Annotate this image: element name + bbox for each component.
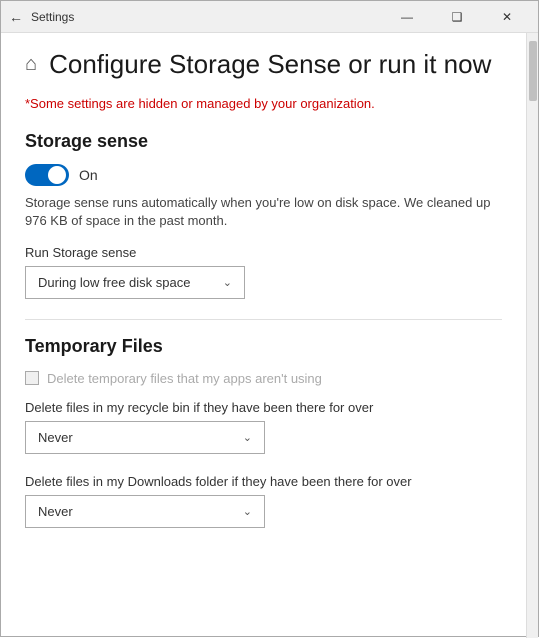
recycle-bin-label: Delete files in my recycle bin if they h…	[25, 400, 502, 415]
downloads-label: Delete files in my Downloads folder if t…	[25, 474, 502, 489]
storage-sense-section-title: Storage sense	[25, 131, 502, 152]
scrollbar[interactable]	[526, 33, 538, 638]
section-divider	[25, 319, 502, 320]
downloads-dropdown-value: Never	[38, 504, 73, 519]
delete-temp-checkbox[interactable]	[25, 371, 39, 385]
run-storage-sense-dropdown[interactable]: During low free disk space ⌄	[25, 266, 245, 299]
run-dropdown-arrow: ⌄	[223, 276, 232, 289]
downloads-dropdown-arrow: ⌄	[243, 505, 252, 518]
recycle-bin-dropdown[interactable]: Never ⌄	[25, 421, 265, 454]
content-area: ⌂ Configure Storage Sense or run it now …	[1, 33, 538, 638]
back-button[interactable]: ←	[9, 9, 23, 25]
temp-files-section-title: Temporary Files	[25, 336, 502, 357]
delete-temp-label: Delete temporary files that my apps aren…	[47, 371, 322, 386]
delete-temp-checkbox-row: Delete temporary files that my apps aren…	[25, 371, 502, 386]
title-bar: ← Settings — ❑ ✕	[1, 1, 538, 33]
recycle-dropdown-value: Never	[38, 430, 73, 445]
run-storage-sense-label: Run Storage sense	[25, 245, 502, 260]
title-bar-text: Settings	[31, 10, 384, 24]
home-icon: ⌂	[25, 53, 37, 76]
page-header: ⌂ Configure Storage Sense or run it now	[25, 49, 502, 80]
scrollbar-thumb[interactable]	[529, 41, 537, 101]
page-title: Configure Storage Sense or run it now	[49, 49, 491, 80]
toggle-label: On	[79, 167, 98, 183]
toggle-knob	[48, 166, 66, 184]
storage-sense-description: Storage sense runs automatically when yo…	[25, 194, 502, 230]
minimize-button[interactable]: —	[384, 1, 430, 33]
storage-sense-toggle[interactable]	[25, 164, 69, 186]
maximize-button[interactable]: ❑	[434, 1, 480, 33]
downloads-dropdown[interactable]: Never ⌄	[25, 495, 265, 528]
run-dropdown-value: During low free disk space	[38, 275, 190, 290]
recycle-dropdown-arrow: ⌄	[243, 431, 252, 444]
org-warning: *Some settings are hidden or managed by …	[25, 96, 502, 111]
toggle-row: On	[25, 164, 502, 186]
main-content: ⌂ Configure Storage Sense or run it now …	[1, 33, 526, 638]
title-bar-controls: — ❑ ✕	[384, 1, 530, 33]
close-button[interactable]: ✕	[484, 1, 530, 33]
